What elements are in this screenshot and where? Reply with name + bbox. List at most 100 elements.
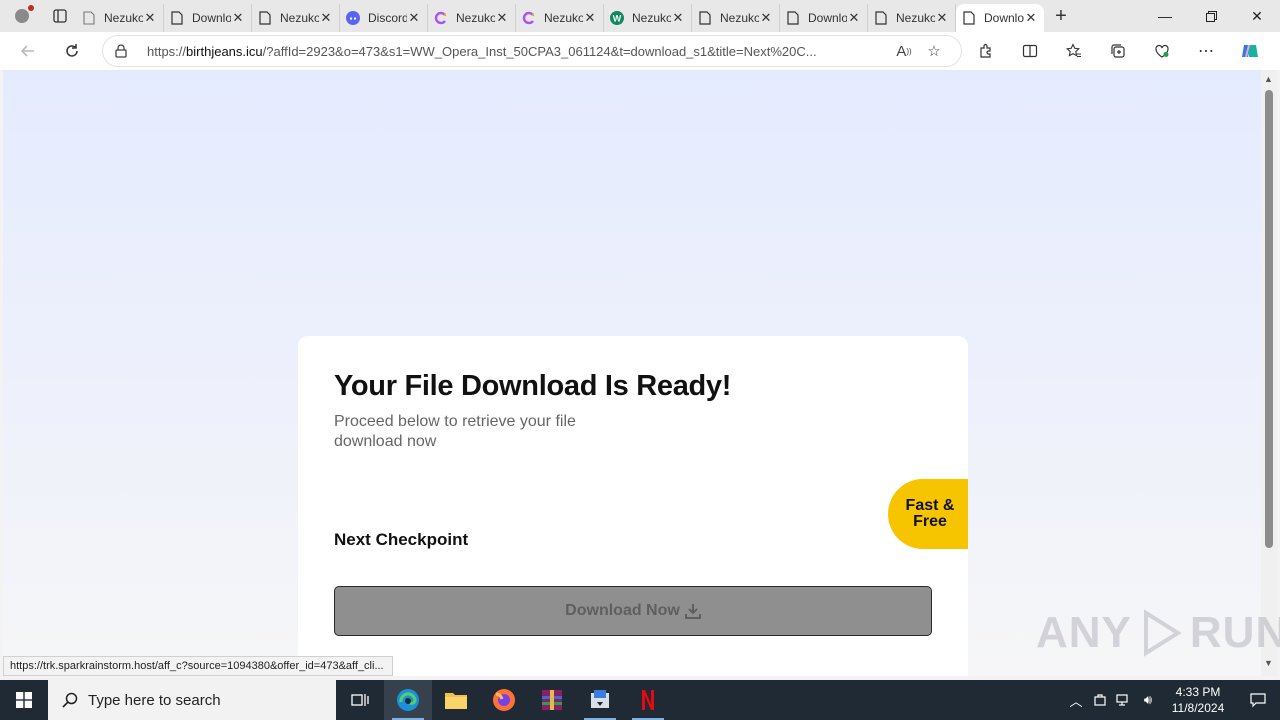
clock-time: 4:33 PM	[1175, 685, 1221, 699]
tab-title: Nezuko	[896, 11, 935, 25]
checkpoint-label: Next Checkpoint	[334, 530, 469, 549]
close-tab-icon[interactable]: ✕	[935, 10, 949, 26]
browser-tab[interactable]: W Nezuko ✕	[604, 4, 692, 32]
task-view-icon	[351, 694, 369, 706]
taskbar-installer[interactable]	[576, 680, 624, 720]
profile-avatar-icon	[15, 9, 29, 23]
onedrive-icon[interactable]	[1088, 693, 1112, 707]
taskbar-netflix[interactable]	[624, 680, 672, 720]
browser-tab[interactable]: Download ✕	[164, 4, 252, 32]
close-window-button[interactable]: ✕	[1234, 0, 1280, 32]
scroll-down-icon[interactable]: ▼	[1264, 658, 1273, 668]
lock-icon[interactable]	[115, 44, 137, 58]
page-viewport: Your File Download Is Ready! Proceed bel…	[3, 70, 1261, 676]
watermark-left: ANY	[1036, 608, 1132, 657]
tab-title: Download	[192, 11, 231, 25]
close-tab-icon[interactable]: ✕	[759, 10, 773, 26]
close-tab-icon[interactable]: ✕	[407, 10, 421, 26]
more-menu-icon[interactable]: ⋯	[1184, 35, 1228, 67]
minimize-button[interactable]: —	[1142, 0, 1188, 32]
page-icon	[258, 11, 272, 25]
firefox-icon	[493, 689, 515, 711]
taskbar-winrar[interactable]	[528, 680, 576, 720]
back-button[interactable]	[10, 35, 46, 67]
browser-tab[interactable]: Nezuko ✕	[516, 4, 604, 32]
taskbar-file-explorer[interactable]	[432, 680, 480, 720]
favorite-star-icon[interactable]: ☆	[919, 42, 949, 60]
taskbar-edge[interactable]	[384, 680, 432, 720]
windows-logo-icon	[16, 692, 32, 708]
url-prefix: https://	[147, 43, 187, 59]
browser-tab[interactable]: Nezuko ✕	[692, 4, 780, 32]
task-view-button[interactable]	[336, 680, 384, 720]
close-tab-icon[interactable]: ✕	[231, 10, 245, 26]
collections-icon[interactable]	[1096, 35, 1140, 67]
page-icon	[786, 11, 800, 25]
taskbar-clock[interactable]: 4:33 PM 11/8/2024	[1160, 684, 1236, 716]
toolbar-right: ⋯	[964, 35, 1272, 67]
close-tab-icon[interactable]: ✕	[847, 10, 861, 26]
close-tab-icon[interactable]: ✕	[495, 10, 509, 26]
tab-title: Nezuko	[632, 11, 671, 25]
badge-line-2: Free	[913, 513, 947, 530]
start-button[interactable]	[0, 680, 48, 720]
close-tab-icon[interactable]: ✕	[319, 10, 333, 26]
browser-tab[interactable]: Nezuko ✕	[76, 4, 164, 32]
download-button-label: Download Now	[565, 602, 680, 619]
action-center-button[interactable]	[1236, 692, 1280, 708]
restore-button[interactable]	[1188, 0, 1234, 32]
installer-icon	[591, 690, 609, 708]
favorites-icon[interactable]	[1052, 35, 1096, 67]
scroll-up-icon[interactable]: ▲	[1264, 74, 1273, 84]
read-aloud-icon[interactable]: A))	[889, 43, 919, 60]
scrollbar-thumb[interactable]	[1265, 90, 1273, 548]
profile-button[interactable]	[0, 0, 44, 32]
window-controls: — ✕	[1142, 0, 1280, 32]
notification-dot	[28, 5, 34, 11]
tab-title: Nezuko	[280, 11, 319, 25]
new-tab-button[interactable]: +	[1044, 0, 1078, 32]
edge-icon	[397, 689, 419, 711]
browser-essentials-icon[interactable]	[1140, 35, 1184, 67]
volume-icon[interactable]: 🔊︎	[1136, 692, 1160, 708]
page-icon	[170, 11, 184, 25]
browser-tab[interactable]: Nezuko ✕	[252, 4, 340, 32]
play-logo-icon	[1143, 609, 1182, 657]
page-icon	[962, 11, 976, 25]
url-host: birthjeans.icu	[186, 43, 263, 59]
page-scrollbar[interactable]: ▲ ▼	[1261, 70, 1277, 676]
anyrun-watermark: ANY RUN	[1036, 608, 1280, 658]
show-hidden-icons-icon[interactable]: ︿	[1064, 691, 1088, 710]
taskbar-firefox[interactable]	[480, 680, 528, 720]
browser-tab-active[interactable]: Download ✕	[956, 4, 1044, 32]
split-screen-icon[interactable]	[1008, 35, 1052, 67]
extensions-icon[interactable]	[964, 35, 1008, 67]
search-placeholder: Type here to search	[88, 691, 221, 709]
svg-text:W: W	[613, 14, 622, 24]
page-icon	[874, 11, 888, 25]
link-status-bar: https://trk.sparkrainstorm.host/aff_c?so…	[3, 656, 393, 676]
badge-line-1: Fast &	[905, 497, 955, 514]
close-tab-icon[interactable]: ✕	[1024, 10, 1038, 26]
page-subtitle: Proceed below to retrieve your file down…	[334, 413, 576, 450]
swirl-icon	[522, 11, 536, 25]
browser-tab[interactable]: Discord ✕	[340, 4, 428, 32]
tab-actions-button[interactable]	[44, 0, 76, 32]
watermark-right: RUN	[1189, 608, 1280, 657]
copilot-icon[interactable]	[1228, 35, 1272, 67]
browser-tab[interactable]: Nezuko ✕	[868, 4, 956, 32]
close-tab-icon[interactable]: ✕	[583, 10, 597, 26]
folder-icon	[445, 693, 467, 709]
refresh-button[interactable]	[54, 35, 90, 67]
browser-tab[interactable]: Download ✕	[780, 4, 868, 32]
network-icon[interactable]	[1112, 693, 1136, 707]
close-tab-icon[interactable]: ✕	[143, 10, 157, 26]
page-title: Your File Download Is Ready!	[334, 370, 732, 402]
browser-tab[interactable]: Nezuko ✕	[428, 4, 516, 32]
address-bar[interactable]: https://birthjeans.icu/?affId=2923&o=473…	[102, 35, 962, 67]
close-tab-icon[interactable]: ✕	[671, 10, 685, 26]
download-now-button[interactable]: Download Now	[334, 586, 932, 636]
taskbar-search-box[interactable]: Type here to search	[48, 680, 336, 720]
tab-title: Discord	[368, 11, 407, 25]
url-text[interactable]: https://birthjeans.icu/?affId=2923&o=473…	[147, 44, 889, 59]
